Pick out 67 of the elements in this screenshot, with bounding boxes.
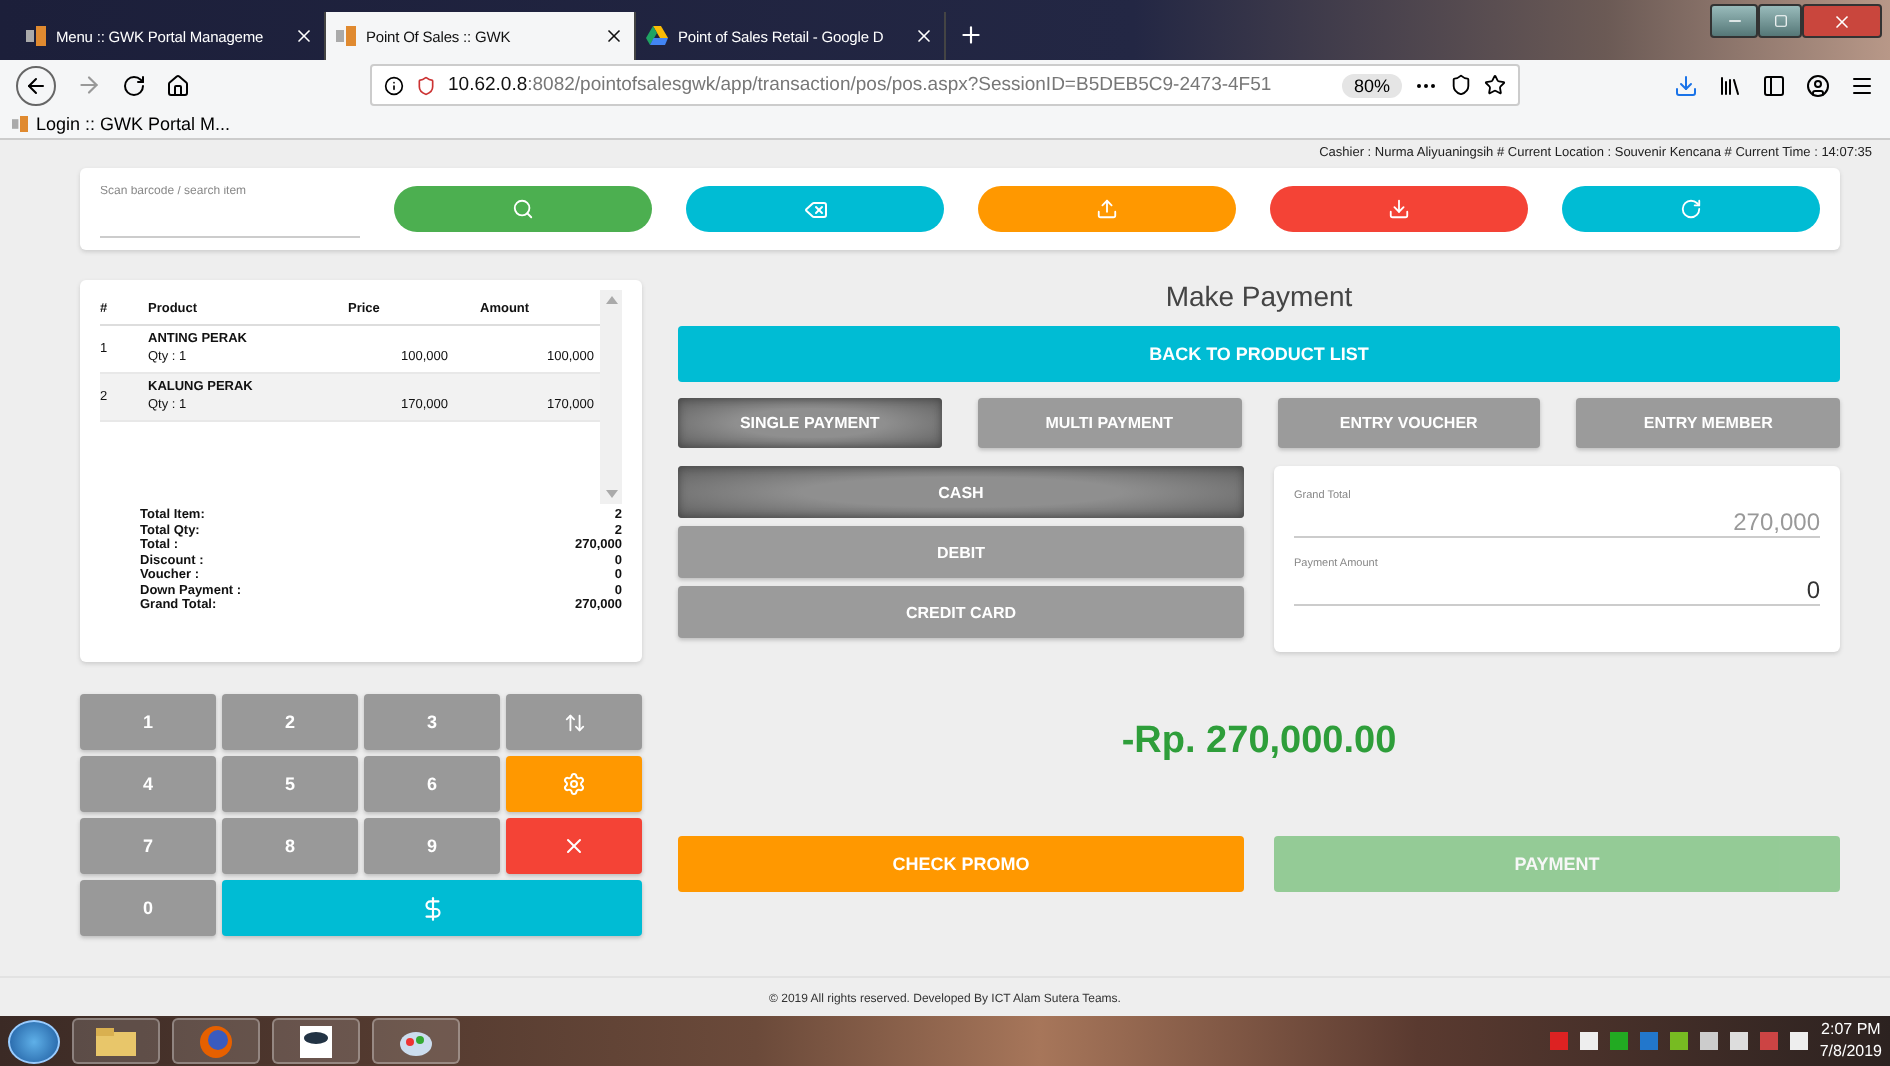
refresh-icon xyxy=(1680,198,1702,220)
url-text: 10.62.0.8:8082/pointofsalesgwk/app/transaction/pos/pos.aspx?SessionID=B5DEB5C9-2473-4F51 xyxy=(448,74,1274,96)
gear-icon xyxy=(562,772,586,796)
start-button[interactable] xyxy=(8,1019,60,1063)
payment-method-button[interactable]: CASH xyxy=(678,466,1244,518)
close-icon[interactable] xyxy=(294,26,314,46)
download-icon[interactable] xyxy=(1674,73,1698,97)
check-promo-button[interactable]: CHECK PROMO xyxy=(678,836,1244,892)
maximize-button[interactable] xyxy=(1758,4,1802,38)
home-icon[interactable] xyxy=(166,73,190,97)
star-icon[interactable] xyxy=(1484,74,1506,96)
upload-icon xyxy=(1096,198,1118,220)
taskbar-clock[interactable]: 2:07 PM 7/8/2019 xyxy=(1819,1020,1882,1062)
library-icon[interactable] xyxy=(1718,73,1742,97)
digit-key[interactable]: 3 xyxy=(364,694,500,750)
close-icon xyxy=(1832,11,1852,31)
close-icon[interactable] xyxy=(604,26,624,46)
folder-taskbar-icon[interactable] xyxy=(72,1018,160,1064)
digit-key[interactable]: 2 xyxy=(222,694,358,750)
back-button[interactable] xyxy=(16,65,56,105)
digit-key[interactable]: 8 xyxy=(222,818,358,874)
address-bar[interactable]: 10.62.0.8:8082/pointofsalesgwk/app/transaction/pos/pos.aspx?SessionID=B5DEB5C9-2473-4F51 80% xyxy=(370,64,1520,106)
app-icon xyxy=(26,26,46,46)
close-button[interactable] xyxy=(1802,4,1882,38)
dollar-icon xyxy=(419,895,445,921)
forward-icon[interactable] xyxy=(76,72,102,98)
zoom-level[interactable]: 80% xyxy=(1341,73,1402,97)
download-icon xyxy=(1388,198,1410,220)
app-icon xyxy=(12,116,28,132)
payment-mode-tab[interactable]: ENTRY VOUCHER xyxy=(1277,398,1541,448)
digit-key[interactable]: 1 xyxy=(80,694,216,750)
payment-mode-tab[interactable]: SINGLE PAYMENT xyxy=(678,398,942,448)
digit-key[interactable]: 6 xyxy=(364,756,500,812)
minimize-button[interactable] xyxy=(1710,4,1758,38)
payment-method-button[interactable]: DEBIT xyxy=(678,526,1244,578)
paint-taskbar-icon[interactable] xyxy=(372,1018,460,1064)
account-icon[interactable] xyxy=(1806,73,1830,97)
backspace-icon xyxy=(803,197,827,221)
maximize-icon xyxy=(1773,14,1787,28)
digit-key[interactable]: 9 xyxy=(364,818,500,874)
close-icon[interactable] xyxy=(914,26,934,46)
payment-mode-tab[interactable]: MULTI PAYMENT xyxy=(977,398,1241,448)
digit-key[interactable]: 5 xyxy=(222,756,358,812)
balance-amount: -Rp. 270,000.00 xyxy=(1119,720,1399,764)
digit-key[interactable]: 4 xyxy=(80,756,216,812)
app-icon xyxy=(336,26,356,46)
back-arrow-icon xyxy=(24,73,48,97)
page-title: Make Payment xyxy=(1163,280,1355,312)
search-icon xyxy=(512,198,534,220)
close-icon xyxy=(562,834,586,858)
back-to-list-button[interactable]: BACK TO PRODUCT LIST xyxy=(678,326,1840,382)
sidebar-icon[interactable] xyxy=(1762,73,1786,97)
viewer-taskbar-icon[interactable] xyxy=(272,1018,360,1064)
menu-icon[interactable] xyxy=(1850,73,1874,97)
swap-icon xyxy=(563,711,585,733)
shield-icon xyxy=(416,75,436,95)
drive-icon xyxy=(646,26,668,46)
new-tab-icon[interactable] xyxy=(958,22,984,48)
digit-key[interactable]: 7 xyxy=(80,818,216,874)
download-button[interactable] xyxy=(1270,186,1528,232)
payment-mode-tab[interactable]: ENTRY MEMBER xyxy=(1576,398,1840,448)
reload-icon[interactable] xyxy=(122,73,146,97)
search-button[interactable] xyxy=(394,186,652,232)
bookmark-link[interactable]: Login :: GWK Portal M... xyxy=(36,114,231,134)
digit-key[interactable]: 0 xyxy=(80,880,216,936)
info-icon[interactable] xyxy=(384,75,404,95)
payment-method-button[interactable]: CREDIT CARD xyxy=(678,586,1244,638)
